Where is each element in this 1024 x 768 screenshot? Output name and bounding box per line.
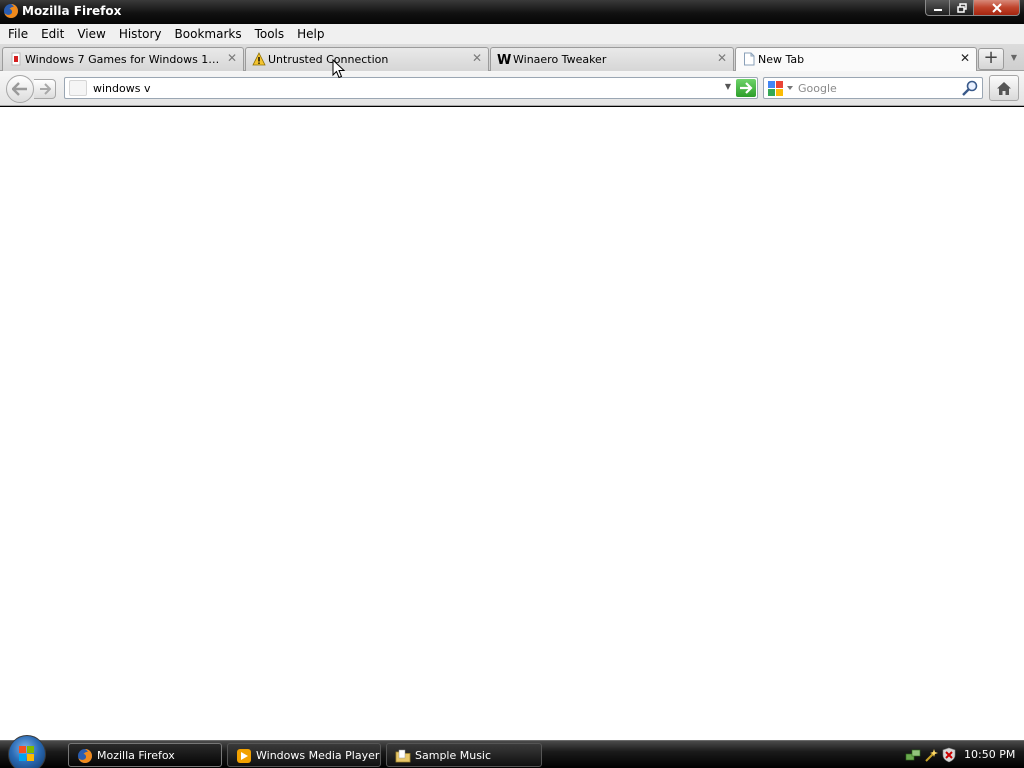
menu-bar: File Edit View History Bookmarks Tools H… <box>0 24 1024 44</box>
tab-label: Untrusted Connection <box>268 53 389 66</box>
tab-strip: Windows 7 Games for Windows 11, Win... ✕… <box>0 44 1024 72</box>
url-history-dropdown-icon[interactable]: ▼ <box>723 82 733 94</box>
action-center-wand-icon[interactable] <box>923 747 939 763</box>
menu-edit[interactable]: Edit <box>36 27 69 41</box>
tab-windows-7-games[interactable]: Windows 7 Games for Windows 11, Win... ✕ <box>2 47 244 71</box>
new-tab-button[interactable]: + <box>978 48 1004 70</box>
menu-history[interactable]: History <box>114 27 167 41</box>
taskbar-clock[interactable]: 10:50 PM <box>964 748 1015 761</box>
go-button[interactable] <box>736 79 756 97</box>
home-button[interactable] <box>989 75 1019 101</box>
restore-button[interactable] <box>950 0 974 16</box>
page-favicon-icon <box>11 52 21 66</box>
tab-close-icon[interactable]: ✕ <box>226 52 238 64</box>
taskbar-sample-music[interactable]: Sample Music <box>386 743 542 767</box>
taskbar-button-label: Windows Media Player <box>256 749 380 762</box>
tab-winaero-tweaker[interactable]: W Winaero Tweaker ✕ <box>490 47 734 71</box>
taskbar-button-label: Mozilla Firefox <box>97 749 175 762</box>
back-button[interactable] <box>6 75 34 103</box>
tab-close-icon[interactable]: ✕ <box>716 52 728 64</box>
restore-icon <box>956 2 967 13</box>
tab-label: Winaero Tweaker <box>513 53 607 66</box>
tab-close-icon[interactable]: ✕ <box>959 52 971 64</box>
tab-untrusted-connection[interactable]: Untrusted Connection ✕ <box>245 47 489 71</box>
security-shield-icon[interactable] <box>941 747 957 763</box>
network-icon[interactable] <box>905 747 921 763</box>
go-arrow-icon <box>740 82 753 94</box>
minimize-icon <box>933 8 942 11</box>
menu-bookmarks[interactable]: Bookmarks <box>170 27 247 41</box>
close-window-button[interactable] <box>974 0 1020 16</box>
menu-file[interactable]: File <box>3 27 33 41</box>
windows-logo-icon <box>19 746 34 761</box>
navigation-toolbar: ▼ <box>0 71 1024 106</box>
window-title: Mozilla Firefox <box>22 4 122 18</box>
tab-label: Windows 7 Games for Windows 11, Win... <box>25 53 223 66</box>
window-controls <box>925 0 1020 16</box>
taskbar-windows-media-player[interactable]: Windows Media Player <box>227 743 381 767</box>
tab-new-tab[interactable]: New Tab ✕ <box>735 47 977 72</box>
search-magnifier-icon[interactable] <box>961 80 979 96</box>
menu-tools[interactable]: Tools <box>250 27 290 41</box>
folder-icon <box>395 749 411 763</box>
mouse-pointer-icon <box>332 59 346 79</box>
start-button[interactable] <box>8 735 46 768</box>
winaero-w-icon: W <box>497 53 511 66</box>
search-bar[interactable] <box>763 77 983 99</box>
menu-help[interactable]: Help <box>292 27 329 41</box>
back-arrow-icon <box>12 82 27 96</box>
taskbar-firefox[interactable]: Mozilla Firefox <box>68 743 222 767</box>
forward-button[interactable] <box>34 79 56 99</box>
taskbar-button-label: Sample Music <box>415 749 492 762</box>
chevron-down-icon: ▼ <box>1010 53 1018 62</box>
warning-icon <box>252 52 266 66</box>
list-all-tabs-button[interactable]: ▼ <box>1008 53 1020 65</box>
forward-arrow-icon <box>39 83 51 95</box>
firefox-icon <box>4 4 18 18</box>
page-content[interactable] <box>0 107 1024 740</box>
site-identity-icon[interactable] <box>69 80 87 96</box>
system-tray: 10:50 PM <box>900 741 1024 768</box>
minimize-button[interactable] <box>925 0 950 16</box>
taskbar: Mozilla Firefox Windows Media Player Sam… <box>0 735 1024 768</box>
tab-label: New Tab <box>758 53 805 66</box>
search-input[interactable] <box>798 80 958 96</box>
menu-view[interactable]: View <box>72 27 110 41</box>
url-input[interactable] <box>93 80 713 96</box>
firefox-icon <box>78 749 92 763</box>
svg-text:W: W <box>497 53 511 66</box>
tab-close-icon[interactable]: ✕ <box>471 52 483 64</box>
plus-icon: + <box>983 47 999 68</box>
close-icon <box>991 2 1002 13</box>
home-icon <box>997 81 1011 95</box>
address-bar[interactable]: ▼ <box>64 77 758 99</box>
google-engine-icon[interactable] <box>767 80 797 96</box>
window-title-bar[interactable]: Mozilla Firefox <box>0 0 1024 24</box>
media-player-icon <box>237 749 251 763</box>
blank-page-icon <box>744 52 755 66</box>
